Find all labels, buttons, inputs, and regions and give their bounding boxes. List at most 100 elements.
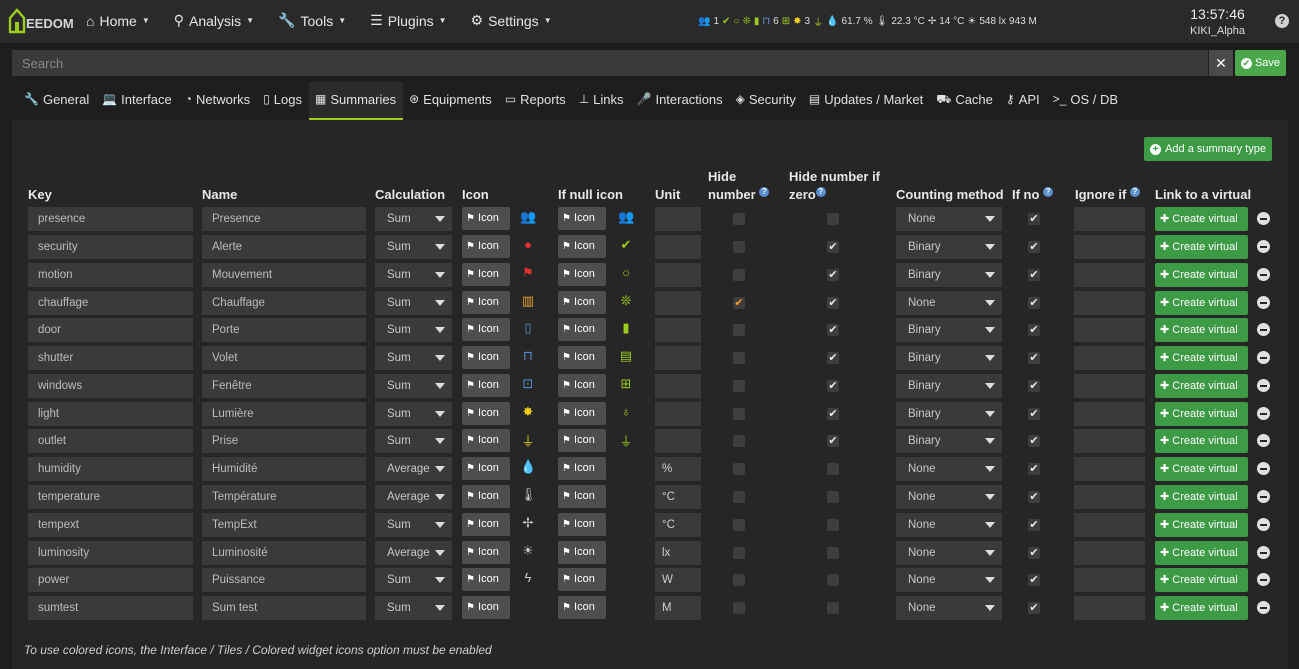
unit-field[interactable] [655, 263, 701, 287]
key-field[interactable]: light [28, 402, 193, 426]
remove-row-icon[interactable] [1257, 434, 1270, 447]
unit-field[interactable] [655, 291, 701, 315]
choose-icon-button[interactable]: ⚑ Icon [462, 291, 510, 314]
menu-settings[interactable]: ⚙ Settings ▼ [469, 12, 562, 29]
menu-analysis[interactable]: ⚲ Analysis ▼ [172, 12, 264, 29]
hide-zero-checkbox[interactable]: ✔ [827, 408, 839, 420]
if-no-checkbox[interactable]: ✔ [1028, 241, 1040, 253]
tab-api[interactable]: ⚷ API [1000, 82, 1047, 120]
remove-row-icon[interactable] [1257, 240, 1270, 253]
remove-row-icon[interactable] [1257, 212, 1270, 225]
name-field[interactable]: Porte [202, 318, 366, 342]
calculation-select[interactable]: Sum [375, 513, 452, 537]
if-no-checkbox[interactable]: ✔ [1028, 269, 1040, 281]
question-circle-icon[interactable]: ? [1043, 187, 1054, 197]
remove-row-icon[interactable] [1257, 407, 1270, 420]
key-field[interactable]: presence [28, 207, 193, 231]
name-field[interactable]: Lumière [202, 402, 366, 426]
choose-icon-button[interactable]: ⚑ Icon [462, 513, 510, 536]
choose-null-icon-button[interactable]: ⚑ Icon [558, 513, 606, 536]
bulb-icon[interactable]: ✸ [793, 16, 801, 27]
create-virtual-button[interactable]: ✚ Create virtual [1155, 318, 1248, 342]
tab-summaries[interactable]: ▦ Summaries [309, 82, 404, 120]
ignore-if-field[interactable] [1074, 374, 1145, 398]
create-virtual-button[interactable]: ✚ Create virtual [1155, 568, 1248, 592]
door-closed-icon[interactable]: ▮ [754, 16, 760, 27]
hide-zero-checkbox[interactable] [827, 213, 839, 225]
unit-field[interactable] [655, 429, 701, 453]
unit-field[interactable] [655, 207, 701, 231]
key-field[interactable]: humidity [28, 457, 193, 481]
tab-interface[interactable]: 💻 Interface [96, 82, 179, 120]
people-icon[interactable]: 👥 [698, 16, 710, 27]
choose-icon-button[interactable]: ⚑ Icon [462, 263, 510, 286]
hide-number-checkbox[interactable] [733, 435, 745, 447]
name-field[interactable]: Luminosité [202, 541, 366, 565]
hide-zero-checkbox[interactable]: ✔ [827, 380, 839, 392]
unit-field[interactable] [655, 346, 701, 370]
tab-security[interactable]: ◈ Security [730, 82, 803, 120]
tab-logs[interactable]: ▯ Logs [257, 82, 309, 120]
choose-null-icon-button[interactable]: ⚑ Icon [558, 596, 606, 619]
fan-icon[interactable]: ✢ [928, 16, 936, 27]
key-field[interactable]: door [28, 318, 193, 342]
calculation-select[interactable]: Sum [375, 596, 452, 620]
menu-tools[interactable]: 🔧 Tools ▼ [276, 12, 356, 29]
unit-field[interactable]: W [655, 568, 701, 592]
name-field[interactable]: Alerte [202, 235, 366, 259]
remove-row-icon[interactable] [1257, 518, 1270, 531]
hide-zero-checkbox[interactable] [827, 547, 839, 559]
calculation-select[interactable]: Sum [375, 263, 452, 287]
calculation-select[interactable]: Sum [375, 402, 452, 426]
hide-number-checkbox[interactable] [733, 602, 745, 614]
tab-cache[interactable]: ⛟ Cache [930, 82, 1000, 120]
choose-icon-button[interactable]: ⚑ Icon [462, 485, 510, 508]
ignore-if-field[interactable] [1074, 346, 1145, 370]
choose-icon-button[interactable]: ⚑ Icon [462, 374, 510, 397]
choose-icon-button[interactable]: ⚑ Icon [462, 318, 510, 341]
hide-zero-checkbox[interactable] [827, 519, 839, 531]
choose-null-icon-button[interactable]: ⚑ Icon [558, 207, 606, 230]
key-field[interactable]: sumtest [28, 596, 193, 620]
choose-null-icon-button[interactable]: ⚑ Icon [558, 374, 606, 397]
create-virtual-button[interactable]: ✚ Create virtual [1155, 235, 1248, 259]
unit-field[interactable] [655, 402, 701, 426]
counting-method-select[interactable]: None [896, 568, 1002, 592]
if-no-checkbox[interactable]: ✔ [1028, 352, 1040, 364]
key-field[interactable]: tempext [28, 513, 193, 537]
hide-zero-checkbox[interactable] [827, 491, 839, 503]
hide-zero-checkbox[interactable]: ✔ [827, 269, 839, 281]
key-field[interactable]: outlet [28, 429, 193, 453]
search-input[interactable] [12, 50, 1208, 76]
if-no-checkbox[interactable]: ✔ [1028, 297, 1040, 309]
hide-number-checkbox[interactable]: ✔ [733, 297, 745, 309]
check-icon[interactable]: ✔ [722, 16, 730, 27]
sun-icon[interactable]: ☀ [967, 16, 976, 27]
ignore-if-field[interactable] [1074, 485, 1145, 509]
add-summary-type-button[interactable]: + Add a summary type [1144, 137, 1272, 161]
create-virtual-button[interactable]: ✚ Create virtual [1155, 485, 1248, 509]
if-no-checkbox[interactable]: ✔ [1028, 324, 1040, 336]
key-field[interactable]: luminosity [28, 541, 193, 565]
if-no-checkbox[interactable]: ✔ [1028, 574, 1040, 586]
name-field[interactable]: Presence [202, 207, 366, 231]
choose-icon-button[interactable]: ⚑ Icon [462, 402, 510, 425]
hide-zero-checkbox[interactable]: ✔ [827, 435, 839, 447]
hide-zero-checkbox[interactable]: ✔ [827, 352, 839, 364]
key-field[interactable]: motion [28, 263, 193, 287]
question-circle-icon[interactable]: ? [1129, 187, 1140, 197]
calculation-select[interactable]: Average [375, 457, 452, 481]
if-no-checkbox[interactable]: ✔ [1028, 408, 1040, 420]
hide-zero-checkbox[interactable] [827, 574, 839, 586]
calculation-select[interactable]: Sum [375, 318, 452, 342]
save-button[interactable]: ✔ Save [1235, 50, 1286, 76]
name-field[interactable]: Sum test [202, 596, 366, 620]
hide-number-checkbox[interactable] [733, 491, 745, 503]
ignore-if-field[interactable] [1074, 596, 1145, 620]
tab-equipments[interactable]: ⊛ Equipments [403, 82, 499, 120]
counting-method-select[interactable]: None [896, 291, 1002, 315]
calculation-select[interactable]: Average [375, 485, 452, 509]
key-field[interactable]: chauffage [28, 291, 193, 315]
counting-method-select[interactable]: Binary [896, 429, 1002, 453]
menu-plugins[interactable]: ☰ Plugins ▼ [368, 12, 456, 29]
